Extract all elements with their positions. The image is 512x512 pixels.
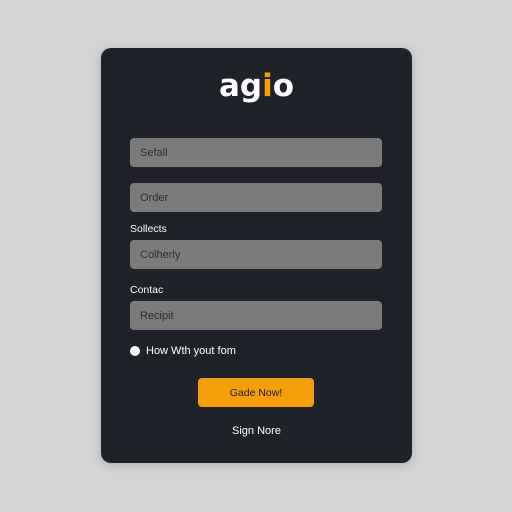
- logo-text-accent: i: [262, 68, 273, 104]
- radio-option[interactable]: How Wth yout fom: [130, 344, 236, 358]
- section-label-contac: Contac: [130, 284, 164, 296]
- submit-button[interactable]: Gade Now!: [198, 378, 314, 407]
- sign-link[interactable]: Sign Nore: [101, 424, 412, 438]
- logo-text-main: ag: [218, 68, 263, 104]
- login-card: agio Sollects Contac How Wth yout fom Ga…: [101, 48, 412, 463]
- order-input[interactable]: [130, 183, 382, 212]
- brand-logo: agio: [101, 66, 412, 106]
- radio-button[interactable]: [130, 346, 140, 356]
- first-input[interactable]: [130, 138, 382, 167]
- logo-text-end: o: [272, 68, 295, 104]
- recipit-input[interactable]: [130, 301, 382, 330]
- section-label-sollects: Sollects: [130, 223, 167, 235]
- radio-label: How Wth yout fom: [146, 345, 236, 357]
- colherly-input[interactable]: [130, 240, 382, 269]
